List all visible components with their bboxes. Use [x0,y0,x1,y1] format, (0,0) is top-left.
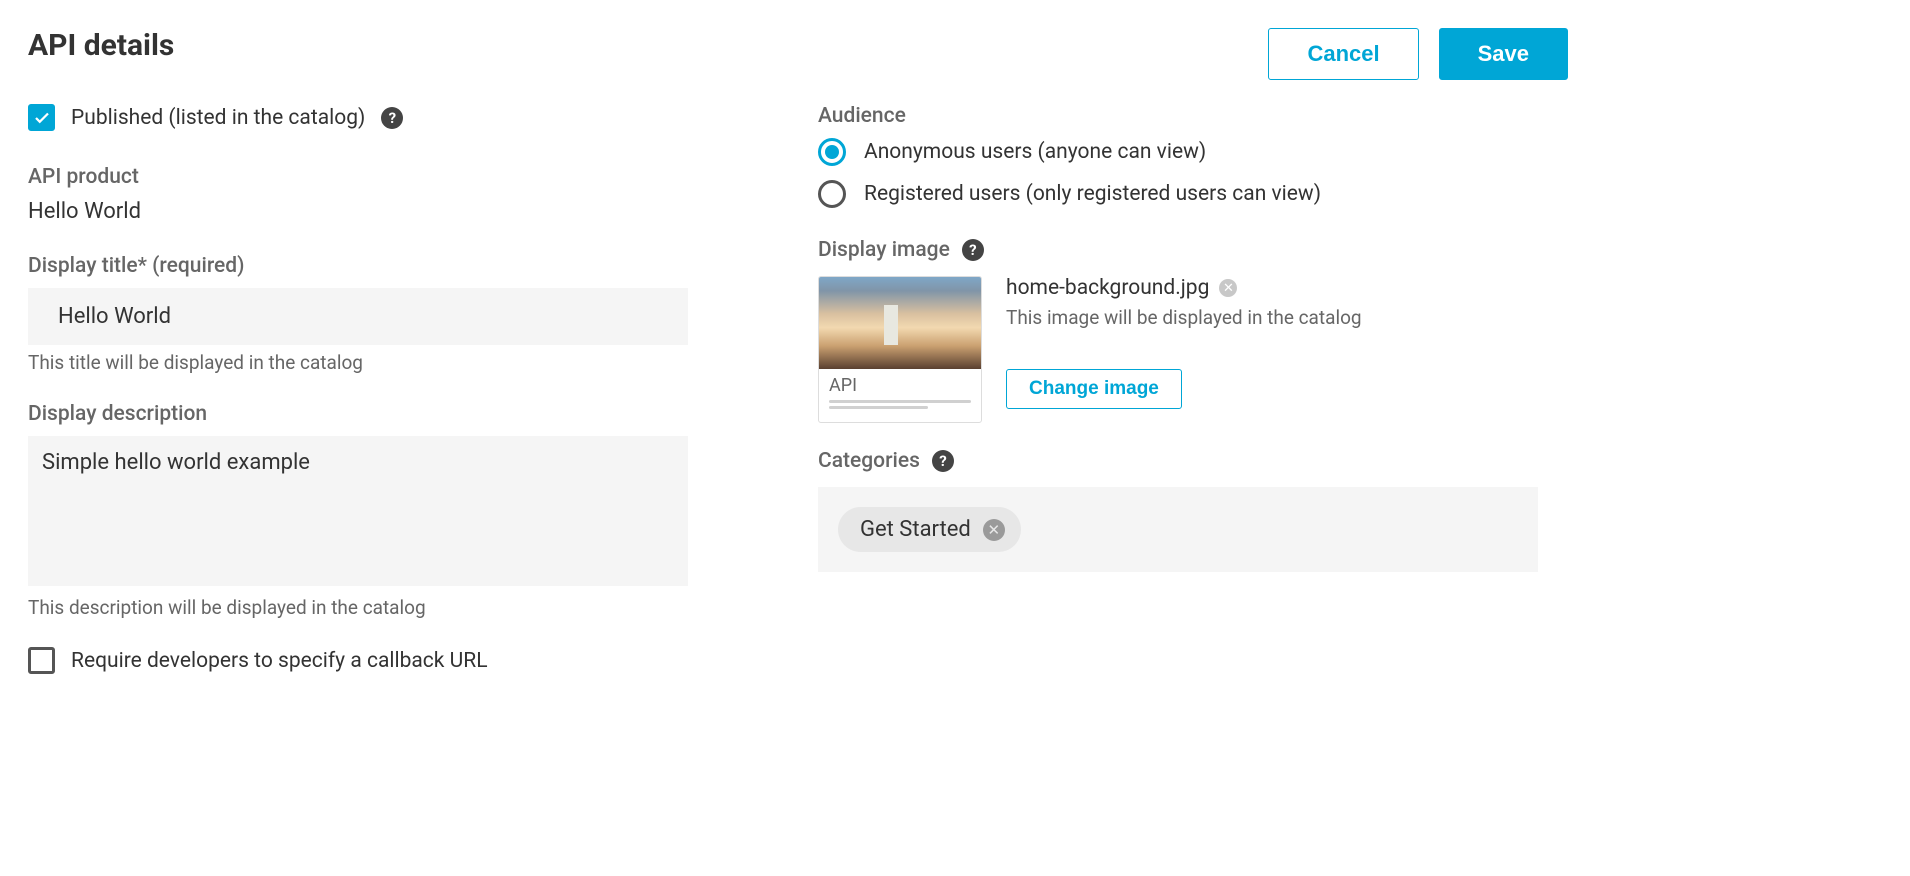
callback-label: Require developers to specify a callback… [71,649,488,673]
help-icon[interactable]: ? [932,450,954,472]
remove-tag-icon[interactable]: ✕ [983,519,1005,541]
display-image-label: Display image ? [818,238,1538,262]
remove-image-icon[interactable]: ✕ [1219,279,1237,297]
help-icon[interactable]: ? [381,107,403,129]
thumbnail-caption: API [829,375,971,396]
thumbnail-placeholder-line [829,400,971,403]
display-image-label-text: Display image [818,238,950,262]
callback-checkbox[interactable] [28,647,55,674]
image-hint: This image will be displayed in the cata… [1006,306,1538,329]
help-icon[interactable]: ? [962,239,984,261]
categories-input[interactable]: Get Started ✕ [818,487,1538,572]
api-product-value: Hello World [28,199,688,224]
display-description-input[interactable] [28,436,688,586]
audience-registered-label: Registered users (only registered users … [864,182,1321,206]
save-button[interactable]: Save [1439,28,1568,80]
display-description-label: Display description [28,402,688,426]
thumbnail-placeholder-line [829,406,928,409]
audience-label: Audience [818,104,1538,128]
category-tag-label: Get Started [860,517,971,542]
change-image-button[interactable]: Change image [1006,369,1182,409]
display-description-hint: This description will be displayed in th… [28,596,688,619]
audience-registered-radio[interactable] [818,180,846,208]
thumbnail-picture [819,277,981,369]
api-product-label: API product [28,165,688,189]
page-title: API details [28,28,174,63]
image-thumbnail: API [818,276,982,423]
display-title-hint: This title will be displayed in the cata… [28,351,688,374]
categories-label: Categories ? [818,449,1538,473]
published-checkbox[interactable] [28,104,55,131]
audience-anonymous-label: Anonymous users (anyone can view) [864,140,1206,164]
display-title-label: Display title* (required) [28,254,688,278]
audience-anonymous-radio[interactable] [818,138,846,166]
categories-label-text: Categories [818,449,920,473]
published-label: Published (listed in the catalog) [71,106,365,130]
image-filename: home-background.jpg [1006,276,1209,300]
category-tag: Get Started ✕ [838,507,1021,552]
cancel-button[interactable]: Cancel [1268,28,1418,80]
display-title-input[interactable] [28,288,688,345]
check-icon [33,109,51,127]
